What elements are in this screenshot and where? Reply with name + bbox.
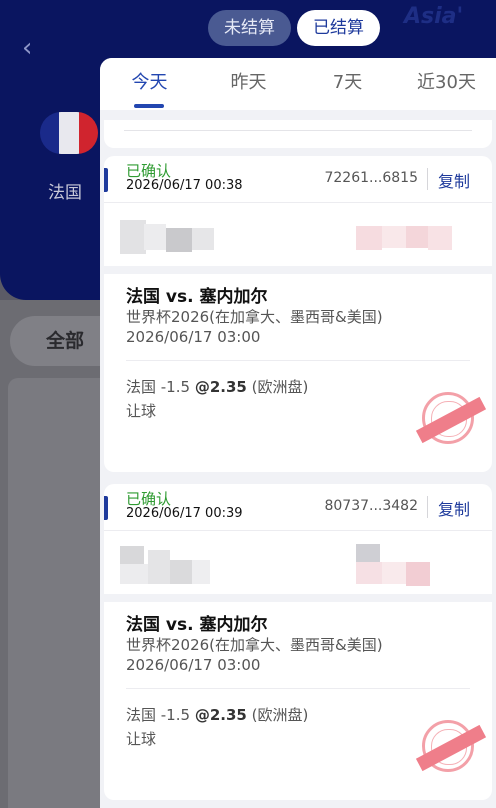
team-name: 法国 xyxy=(48,183,82,203)
placed-time: 2026/06/17 00:38 xyxy=(126,178,243,193)
settlement-segment: 未结算 已结算 xyxy=(208,10,380,46)
france-flag-icon xyxy=(40,112,98,154)
divider xyxy=(104,530,492,531)
odds-type: (欧洲盘) xyxy=(251,706,309,724)
placed-time: 2026/06/17 00:39 xyxy=(126,506,243,521)
bet-card: 已确认 2026/06/17 00:38 72261...6815 复制 法国 … xyxy=(104,156,492,472)
away-team-blurred xyxy=(356,214,452,258)
card-accent xyxy=(104,496,108,520)
home-team-blurred xyxy=(120,542,214,586)
pick-text: 法国 -1.5 xyxy=(126,706,191,724)
odds-value: @2.35 xyxy=(194,378,247,396)
card-accent xyxy=(104,168,108,192)
date-tabs: 今天 昨天 7天 近30天 xyxy=(100,58,496,110)
home-team-blurred xyxy=(120,214,214,258)
previous-card-stub xyxy=(104,120,492,148)
market-type: 让球 xyxy=(126,730,157,748)
match-time: 2026/06/17 03:00 xyxy=(126,328,261,346)
unsettled-tab[interactable]: 未结算 xyxy=(208,10,291,46)
bet-selection: 法国 -1.5 @2.35 (欧洲盘) xyxy=(126,704,308,725)
divider xyxy=(126,360,470,361)
match-time: 2026/06/17 03:00 xyxy=(126,656,261,674)
copy-button[interactable]: 复制 xyxy=(438,168,470,192)
divider xyxy=(427,496,428,518)
match-title: 法国 vs. 塞内加尔 xyxy=(126,287,268,307)
divider xyxy=(427,168,428,190)
back-chevron-icon[interactable]: ‹ xyxy=(22,35,40,61)
bet-card: 已确认 2026/06/17 00:39 80737...3482 复制 法国 … xyxy=(104,484,492,800)
league-name: 世界杯2026(在加拿大、墨西哥&美国) xyxy=(126,308,383,326)
market-type: 让球 xyxy=(126,402,157,420)
tab-30-days[interactable]: 近30天 xyxy=(397,58,496,110)
copy-button[interactable]: 复制 xyxy=(438,496,470,520)
pick-text: 法国 -1.5 xyxy=(126,378,191,396)
bet-selection: 法国 -1.5 @2.35 (欧洲盘) xyxy=(126,376,308,397)
tab-yesterday[interactable]: 昨天 xyxy=(199,58,298,110)
match-title: 法国 vs. 塞内加尔 xyxy=(126,615,268,635)
section-gap xyxy=(104,594,492,602)
league-name: 世界杯2026(在加拿大、墨西哥&美国) xyxy=(126,636,383,654)
settled-tab[interactable]: 已结算 xyxy=(297,10,380,46)
order-number: 80737...3482 xyxy=(324,498,418,514)
settled-stamp-icon xyxy=(415,392,487,444)
order-number: 72261...6815 xyxy=(324,170,418,186)
divider xyxy=(104,202,492,203)
bet-history-panel: 今天 昨天 7天 近30天 已确认 2026/06/17 00:38 72261… xyxy=(100,58,496,808)
tab-today[interactable]: 今天 xyxy=(100,58,199,110)
odds-type: (欧洲盘) xyxy=(251,378,309,396)
odds-value: @2.35 xyxy=(194,706,247,724)
away-team-blurred xyxy=(356,542,452,586)
section-gap xyxy=(104,266,492,274)
divider xyxy=(126,688,470,689)
tab-7-days[interactable]: 7天 xyxy=(298,58,397,110)
settled-stamp-icon xyxy=(415,720,487,772)
